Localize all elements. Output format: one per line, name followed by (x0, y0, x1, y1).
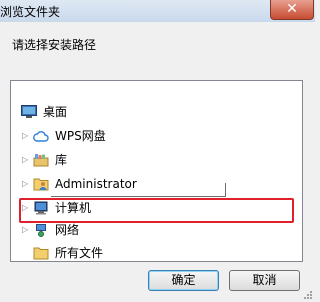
resize-grip-icon[interactable] (302, 289, 312, 299)
dialog-body: 请选择安装路径 桌面 ▷ WPS网盘 ▷ 库 ▷ Administrator ▷… (0, 22, 315, 302)
expand-icon[interactable]: ▷ (22, 174, 30, 194)
library-icon (33, 154, 49, 167)
cancel-button[interactable]: 取消 (229, 270, 300, 291)
tree-item-label: 网络 (55, 223, 80, 237)
ok-button[interactable]: 确定 (148, 270, 219, 291)
tree-item-wps-cloud[interactable]: ▷ WPS网盘 (11, 126, 301, 146)
tree-item-desktop[interactable]: 桌面 (11, 102, 301, 122)
close-icon: ✕ (286, 1, 298, 17)
cloud-icon (33, 131, 49, 142)
tree-item-label: Administrator (55, 177, 137, 191)
overlay-shadow (51, 196, 226, 197)
tree-item-library[interactable]: ▷ 库 (11, 150, 301, 170)
desktop-icon (21, 105, 37, 118)
tree-item-administrator[interactable]: ▷ Administrator (11, 174, 301, 194)
expand-icon[interactable]: ▷ (22, 150, 30, 170)
expand-icon[interactable]: ▷ (22, 220, 30, 240)
title-bar: 浏览文件夹 ✕ (0, 0, 315, 22)
close-button[interactable]: ✕ (270, 0, 314, 20)
tree-item-label: WPS网盘 (55, 129, 106, 143)
user-folder-icon (33, 178, 49, 191)
tree-item-all-files[interactable]: 所有文件 (11, 243, 301, 263)
network-icon (36, 224, 46, 237)
folder-icon (33, 247, 49, 260)
folder-tree[interactable]: 桌面 ▷ WPS网盘 ▷ 库 ▷ Administrator ▷ 计算机 ▷ 网… (10, 80, 303, 262)
tree-item-label: 所有文件 (55, 246, 104, 260)
tree-item-label: 库 (55, 153, 68, 167)
tree-item-network[interactable]: ▷ 网络 (11, 220, 301, 240)
window-title: 浏览文件夹 (0, 5, 61, 19)
highlight-box (19, 198, 294, 223)
instruction-text: 请选择安装路径 (12, 38, 97, 52)
expand-icon[interactable]: ▷ (22, 126, 30, 146)
overlay-shadow-edge (225, 183, 226, 197)
tree-item-label: 桌面 (43, 105, 68, 119)
